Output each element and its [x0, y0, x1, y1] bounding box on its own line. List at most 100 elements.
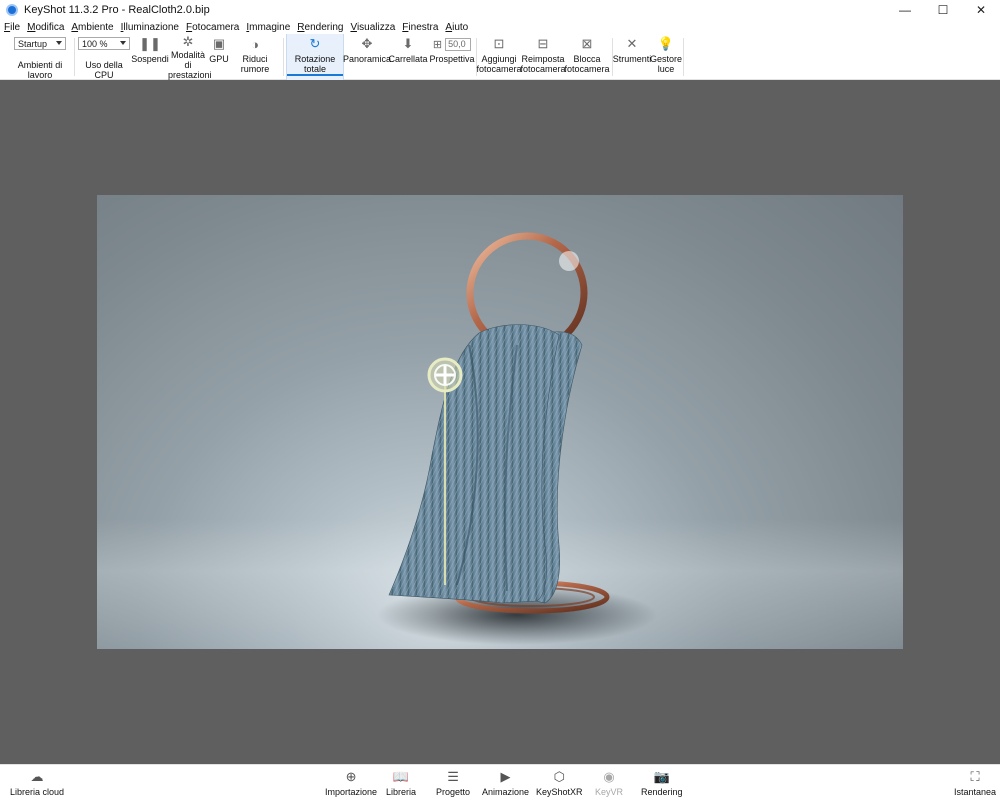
- arrow-down-icon: ⬇: [402, 36, 414, 51]
- cloth-front-panel: [388, 324, 560, 604]
- pan-arrows-icon: ✥: [361, 36, 373, 51]
- workspace-select[interactable]: Startup: [14, 37, 66, 50]
- animation-label: Animazione: [482, 787, 530, 797]
- maximize-button[interactable]: ☐: [924, 0, 962, 20]
- pan-button[interactable]: ✥ Panoramica: [342, 34, 392, 80]
- bottom-bar: ☁ Libreria cloud ⊕ Importazione 📖 Librer…: [0, 764, 1000, 800]
- dolly-button[interactable]: ⬇ Carrellata: [389, 34, 428, 80]
- menu-immagine[interactable]: Immagine: [246, 22, 290, 33]
- gpu-label: GPU: [209, 54, 229, 64]
- cloud-library-button[interactable]: ☁ Libreria cloud: [10, 768, 65, 798]
- cloud-library-label: Libreria cloud: [10, 787, 65, 797]
- keyshotxr-label: KeyShotXR: [536, 787, 583, 797]
- menu-modifica[interactable]: Modifica: [27, 22, 64, 33]
- close-icon: ✕: [975, 3, 987, 17]
- menu-aiuto[interactable]: Aiuto: [445, 22, 468, 33]
- add-camera-label: Aggiungi fotocamera: [476, 54, 522, 74]
- ribbon-toolbar: Startup Ambienti di lavoro 100 % Uso del…: [0, 34, 1000, 80]
- screenshot-icon: ⛶: [970, 768, 980, 784]
- play-icon: ▶: [500, 768, 511, 784]
- rendering-button[interactable]: 📷 Rendering: [641, 768, 683, 798]
- gpu-chip-icon: ▣: [212, 36, 226, 51]
- window-controls: — ☐ ✕: [886, 0, 1000, 20]
- library-label: Libreria: [386, 787, 417, 797]
- denoise-button[interactable]: ◑ Riduci rumore: [230, 34, 280, 80]
- tools-label: Strumenti: [612, 54, 652, 64]
- perspective-controls: ⊞ 50,0: [432, 34, 472, 54]
- reset-camera-icon: ⊟: [537, 36, 549, 51]
- performance-icon: ✲: [182, 34, 194, 49]
- divider: [74, 38, 75, 76]
- tumble-label: Rotazione totale: [287, 54, 343, 76]
- pause-button[interactable]: ❚❚ Sospendi: [131, 34, 169, 80]
- perspective-input[interactable]: 50,0: [445, 37, 472, 51]
- keyshot-logo-icon: [6, 4, 18, 16]
- keyvr-button[interactable]: ◉ KeyVR: [595, 768, 624, 798]
- screenshot-button[interactable]: ⛶ Istantanea: [954, 768, 997, 798]
- menu-illuminazione[interactable]: Illuminazione: [121, 22, 179, 33]
- perspective-icon: ⊞: [432, 38, 443, 51]
- keyshotxr-button[interactable]: ⬡ KeyShotXR: [536, 768, 583, 798]
- vr-headset-icon: ◉: [603, 768, 615, 784]
- import-button[interactable]: ⊕ Importazione: [325, 768, 378, 798]
- title-bar: KeyShot 11.3.2 Pro - RealCloth2.0.bip — …: [0, 0, 1000, 20]
- menu-visualizza[interactable]: Visualizza: [350, 22, 395, 33]
- menu-fotocamera[interactable]: Fotocamera: [186, 22, 239, 33]
- divider: [683, 38, 684, 76]
- reset-camera-button[interactable]: ⊟ Reimposta fotocamera: [520, 34, 566, 80]
- import-label: Importazione: [325, 787, 378, 797]
- library-button[interactable]: 📖 Libreria: [386, 768, 417, 798]
- cube-icon: ⬡: [553, 768, 565, 784]
- screenshot-label: Istantanea: [954, 787, 997, 797]
- project-list-icon: ☰: [447, 768, 459, 784]
- book-icon: 📖: [392, 768, 410, 784]
- cloud-library-icon: ☁: [30, 768, 44, 784]
- workspace-group: Startup Ambienti di lavoro: [6, 34, 74, 80]
- light-bulb-icon: 💡: [657, 36, 675, 51]
- import-icon: ⊕: [345, 768, 357, 784]
- menu-finestra[interactable]: Finestra: [402, 22, 438, 33]
- render-viewport[interactable]: [0, 80, 1000, 764]
- project-button[interactable]: ☰ Progetto: [436, 768, 471, 798]
- menu-ambiente[interactable]: Ambiente: [71, 22, 113, 33]
- light-manager-button[interactable]: 💡 Gestore luce: [650, 34, 683, 80]
- menu-bar: File Modifica Ambiente Illuminazione Fot…: [0, 20, 1000, 34]
- workspace-value: Startup: [18, 38, 48, 49]
- workspace-label: Ambienti di lavoro: [17, 60, 63, 80]
- render-image[interactable]: [97, 195, 903, 649]
- add-camera-icon: ⊡: [493, 36, 505, 51]
- pan-label: Panoramica: [342, 54, 392, 64]
- pause-icon: ❚❚: [139, 36, 161, 51]
- tumble-button[interactable]: ↻ Rotazione totale: [286, 34, 344, 80]
- lock-camera-button[interactable]: ⊠ Blocca fotocamera: [564, 34, 610, 80]
- lock-camera-icon: ⊠: [581, 36, 593, 51]
- performance-mode-button[interactable]: ✲ Modalità di prestazioni: [168, 34, 212, 80]
- tools-button[interactable]: ✕ Strumenti: [612, 34, 652, 80]
- minimize-icon: —: [899, 3, 911, 17]
- minimize-button[interactable]: —: [886, 0, 924, 20]
- light-manager-label: Gestore luce: [650, 54, 683, 74]
- window-title: KeyShot 11.3.2 Pro - RealCloth2.0.bip: [24, 4, 210, 16]
- gpu-button[interactable]: ▣ GPU: [209, 34, 229, 80]
- rotate-icon: ↻: [309, 36, 321, 51]
- close-button[interactable]: ✕: [962, 0, 1000, 20]
- reset-camera-label: Reimposta fotocamera: [520, 54, 566, 74]
- tools-icon: ✕: [626, 36, 638, 51]
- perspective-label: Prospettiva: [429, 54, 475, 64]
- project-label: Progetto: [436, 787, 471, 797]
- menu-rendering[interactable]: Rendering: [297, 22, 343, 33]
- rendering-label: Rendering: [641, 787, 683, 797]
- denoise-label: Riduci rumore: [240, 54, 270, 74]
- menu-file[interactable]: File: [4, 22, 20, 33]
- keyvr-label: KeyVR: [595, 787, 624, 797]
- lock-camera-label: Blocca fotocamera: [564, 54, 610, 74]
- render-camera-icon: 📷: [653, 768, 670, 784]
- animation-button[interactable]: ▶ Animazione: [482, 768, 530, 798]
- cpu-usage-select[interactable]: 100 %: [78, 37, 130, 50]
- chevron-down-icon: [120, 41, 126, 45]
- cpu-usage-value: 100 %: [82, 38, 108, 49]
- cpu-usage-label: Uso della CPU: [85, 60, 123, 80]
- performance-label: Modalità di prestazioni: [168, 50, 212, 80]
- cpu-group: 100 % Uso della CPU: [77, 34, 131, 80]
- add-camera-button[interactable]: ⊡ Aggiungi fotocamera: [476, 34, 522, 80]
